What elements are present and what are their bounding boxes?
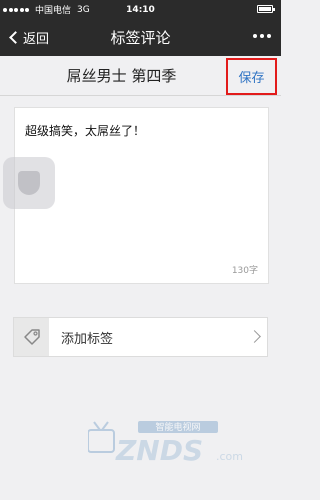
add-tag-label: 添加标签: [61, 331, 114, 347]
add-tag-button[interactable]: 添加标签: [13, 317, 268, 357]
save-button[interactable]: 保存: [226, 58, 277, 95]
znds-watermark-logo: 智能电视网 ZNDS .com: [87, 418, 268, 468]
floating-assistive-button[interactable]: [3, 157, 55, 209]
battery-icon: [257, 5, 275, 13]
status-time: 14:10: [126, 4, 155, 15]
comment-text: 超级搞笑，太屌丝了！: [25, 124, 146, 138]
show-title: 屌丝男士 第四季: [66, 67, 177, 85]
more-options-icon[interactable]: [253, 34, 271, 38]
watermark-text: ZNDS: [115, 434, 203, 467]
watermark-suffix: .com: [216, 450, 243, 463]
status-bar: 中国电信 3G 14:10: [0, 0, 281, 19]
watermark-subtext: 智能电视网: [155, 421, 200, 433]
chevron-right-icon: [248, 330, 261, 343]
nav-bar: 返回 标签评论: [0, 19, 281, 56]
show-header: 屌丝男士 第四季 保存: [0, 56, 281, 96]
char-count: 130字: [231, 266, 258, 276]
page-title: 标签评论: [110, 29, 171, 47]
tag-icon: [14, 318, 49, 356]
